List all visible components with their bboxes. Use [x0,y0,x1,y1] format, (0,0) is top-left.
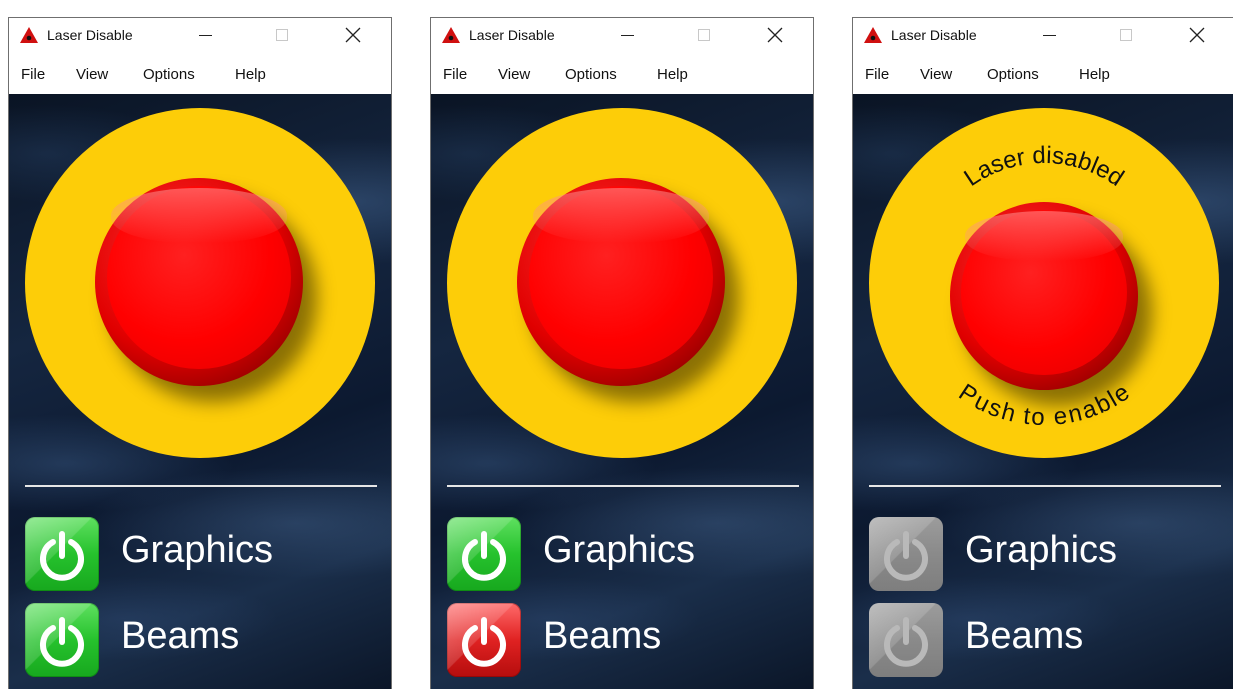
menu-bar: File View Options Help [853,52,1233,94]
estop-top-label: Laser disabled [959,142,1128,192]
control-panel: Graphics Beams [9,94,391,689]
minimize-button[interactable] [612,18,642,52]
beams-label: Beams [121,615,240,657]
menu-bar: File View Options Help [431,52,813,94]
menu-view[interactable]: View [920,66,952,83]
title-bar: Laser Disable [9,18,391,52]
menu-help[interactable]: Help [1079,66,1110,83]
power-icon [462,617,506,667]
power-icon [40,617,84,667]
laser-disable-window-2: Laser Disable File View Options Help Gra… [430,17,814,689]
estop-ring: Laser disabled Push to enable [869,108,1219,458]
laser-warning-icon [20,27,38,43]
beams-toggle-row: Beams [447,603,797,677]
power-icon [462,531,506,581]
beams-toggle-row: Beams [25,603,375,677]
divider [25,485,377,487]
beams-toggle-button[interactable] [25,603,99,677]
laser-warning-icon [442,27,460,43]
power-icon [884,617,928,667]
graphics-toggle-button[interactable] [447,517,521,591]
menu-options[interactable]: Options [565,66,617,83]
graphics-label: Graphics [965,529,1118,571]
title-bar: Laser Disable [431,18,813,52]
menu-file[interactable]: File [443,66,467,83]
beams-toggle-button[interactable] [447,603,521,677]
menu-bar: File View Options Help [9,52,391,94]
estop-ring [447,108,797,458]
emergency-stop-button[interactable] [950,202,1152,406]
menu-help[interactable]: Help [235,66,266,83]
close-icon [1189,27,1205,43]
maximize-button[interactable] [268,18,298,52]
graphics-label: Graphics [121,529,274,571]
window-title: Laser Disable [891,27,977,43]
emergency-stop-button[interactable] [95,178,317,402]
laser-disable-window-1: Laser Disable File View Options Help Gra… [8,17,392,689]
close-icon [345,27,361,43]
maximize-button[interactable] [1112,18,1142,52]
graphics-label: Graphics [543,529,696,571]
svg-text:Laser disabled: Laser disabled [959,142,1128,192]
menu-options[interactable]: Options [143,66,195,83]
window-title: Laser Disable [469,27,555,43]
control-panel: Graphics Beams [431,94,813,689]
minimize-button[interactable] [190,18,220,52]
menu-file[interactable]: File [865,66,889,83]
graphics-toggle-row: Graphics [447,517,797,591]
menu-file[interactable]: File [21,66,45,83]
power-icon [40,531,84,581]
menu-help[interactable]: Help [657,66,688,83]
graphics-toggle-button[interactable] [869,517,943,591]
graphics-toggle-button[interactable] [25,517,99,591]
laser-warning-icon [864,27,882,43]
laser-disable-window-3: Laser Disable File View Options Help Las… [852,17,1233,689]
title-bar: Laser Disable [853,18,1233,52]
menu-view[interactable]: View [76,66,108,83]
close-button[interactable] [336,18,370,52]
divider [447,485,799,487]
control-panel: Laser disabled Push to enable Graphics B… [853,94,1233,689]
beams-toggle-button[interactable] [869,603,943,677]
graphics-toggle-row: Graphics [869,517,1219,591]
menu-options[interactable]: Options [987,66,1039,83]
beams-toggle-row: Beams [869,603,1219,677]
window-title: Laser Disable [47,27,133,43]
power-icon [884,531,928,581]
estop-ring [25,108,375,458]
minimize-button[interactable] [1034,18,1064,52]
graphics-toggle-row: Graphics [25,517,375,591]
beams-label: Beams [543,615,662,657]
close-icon [767,27,783,43]
menu-view[interactable]: View [498,66,530,83]
emergency-stop-button[interactable] [517,178,739,402]
divider [869,485,1221,487]
beams-label: Beams [965,615,1084,657]
close-button[interactable] [1180,18,1214,52]
maximize-button[interactable] [690,18,720,52]
close-button[interactable] [758,18,792,52]
